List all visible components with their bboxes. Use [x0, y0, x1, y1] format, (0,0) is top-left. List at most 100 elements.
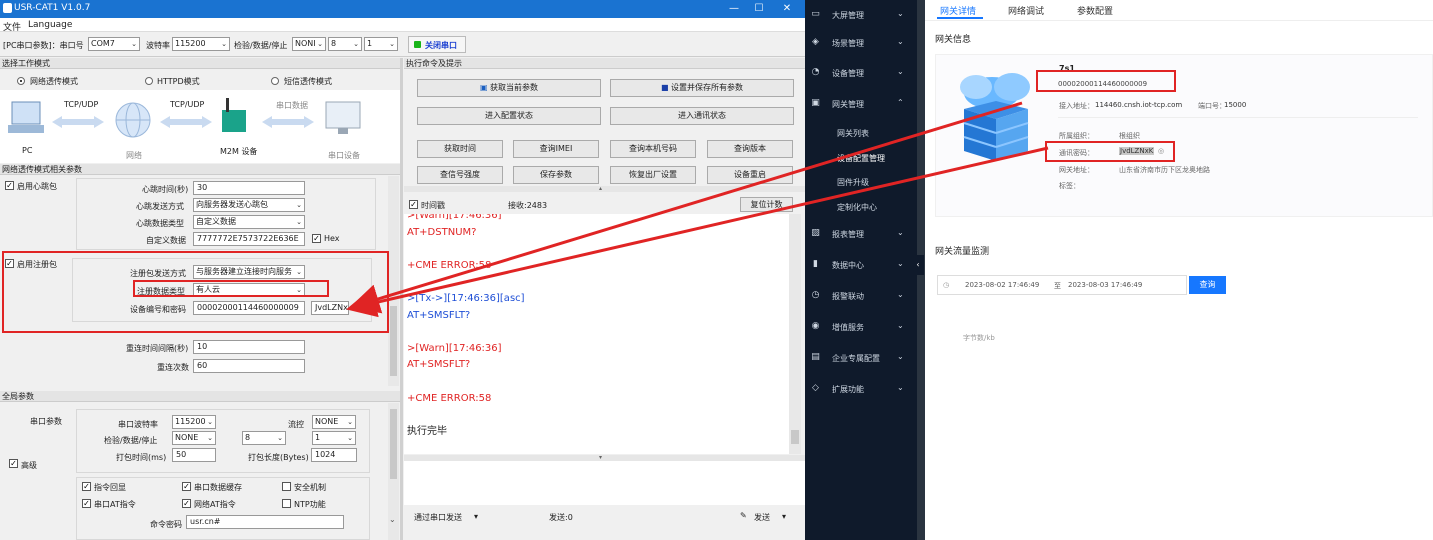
- send-icon[interactable]: ✎: [740, 511, 747, 520]
- port-select[interactable]: COM7 ⌄: [88, 37, 140, 51]
- enter-config-button[interactable]: 进入配置状态: [417, 107, 601, 125]
- scene-icon: ◈: [812, 37, 819, 47]
- subnav-firmware[interactable]: 固件升级: [837, 177, 869, 188]
- mode-net-radio[interactable]: [17, 77, 25, 85]
- date-from: 2023-08-02 17:46:49: [965, 281, 1040, 289]
- reset-count-button[interactable]: 复位计数: [740, 197, 793, 212]
- stopbits-select[interactable]: 1 ⌄: [364, 37, 398, 51]
- advanced-checkbox[interactable]: ✓: [9, 459, 18, 468]
- serial-toolbar: [PC串口参数]：串口号 COM7 ⌄ 波特率 115200 ⌄ 检验/数据/停止 …: [0, 33, 805, 57]
- parity-select[interactable]: NONI ⌄: [292, 37, 326, 51]
- advanced-label: 高级: [21, 461, 37, 470]
- subnav-device-config[interactable]: 设备配置管理: [837, 153, 885, 164]
- subnav-custom[interactable]: 定制化中心: [837, 202, 877, 213]
- retry-input[interactable]: 60: [193, 359, 305, 373]
- log-area[interactable]: >[Warn][17:46:36] AT+DSTNUM? +CME ERROR:58…: [404, 214, 790, 454]
- get-time-button[interactable]: 获取时间: [417, 140, 503, 158]
- option-net-at-label: 网络AT指令: [194, 500, 236, 509]
- log-scroll-thumb[interactable]: [791, 430, 799, 444]
- date-range-picker[interactable]: ◷ 2023-08-02 17:46:49 至 2023-08-03 17:46…: [937, 275, 1187, 295]
- serial-databits-select[interactable]: 8 ⌄: [242, 431, 286, 445]
- heartbeat-data-input[interactable]: 7777772E7573722E636E: [193, 232, 305, 246]
- nav-screen[interactable]: ▭ 大屏管理 ⌄: [805, 0, 917, 30]
- log-line: 执行完毕: [407, 425, 447, 437]
- option-serial-at-checkbox[interactable]: ✓: [82, 499, 91, 508]
- nav-extend[interactable]: ◇ 扩展功能 ⌄: [805, 374, 917, 404]
- params-scroll-thumb[interactable]: [390, 306, 397, 376]
- serial-baud-select[interactable]: 115200 ⌄: [172, 415, 216, 429]
- send-button[interactable]: 发送: [754, 512, 770, 523]
- heartbeat-send-label: 心跳发送方式: [136, 202, 184, 211]
- tab-network-debug[interactable]: 网络调试: [1008, 4, 1044, 17]
- reconnect-input[interactable]: 10: [193, 340, 305, 354]
- mode-httpd-radio[interactable]: [145, 77, 153, 85]
- device-icon: ◔: [811, 67, 820, 77]
- screen-icon: ▭: [811, 9, 820, 19]
- factory-reset-button[interactable]: 恢复出厂设置: [610, 166, 696, 184]
- pack-len-input[interactable]: 1024: [311, 448, 357, 462]
- cmd-pwd-input[interactable]: usr.cn#: [186, 515, 344, 529]
- option-ntp-checkbox[interactable]: [282, 499, 291, 508]
- main-content: 网关详情 网络调试 参数配置 网关信息 7s1 0000200011446000…: [925, 0, 1433, 540]
- restart-button[interactable]: 设备重启: [707, 166, 793, 184]
- mode-sms-radio[interactable]: [271, 77, 279, 85]
- query-version-button[interactable]: 查询版本: [707, 140, 793, 158]
- close-port-button[interactable]: 关闭串口: [408, 36, 466, 53]
- menu-file[interactable]: 文件: [3, 20, 21, 33]
- subnav-gateway-list[interactable]: 网关列表: [837, 128, 869, 139]
- tab-param-config[interactable]: 参数配置: [1077, 4, 1113, 17]
- buttons-splitter[interactable]: ▴: [404, 185, 805, 192]
- maximize-icon[interactable]: ☐: [752, 2, 766, 16]
- nav-report[interactable]: ▨ 报表管理 ⌄: [805, 219, 917, 249]
- nav-device[interactable]: ◔ 设备管理 ⌄: [805, 58, 917, 88]
- option-security-checkbox[interactable]: [282, 482, 291, 491]
- heartbeat-checkbox[interactable]: ✓: [5, 181, 14, 190]
- enter-comm-button[interactable]: 进入通讯状态: [610, 107, 794, 125]
- send-arrow-icon[interactable]: ▾: [782, 512, 786, 521]
- baud-select[interactable]: 115200 ⌄: [172, 37, 230, 51]
- signal-button[interactable]: 查信号强度: [417, 166, 503, 184]
- save-all-button[interactable]: ■ 设置并保存所有参数: [610, 79, 794, 97]
- pack-time-input[interactable]: 50: [172, 448, 216, 462]
- hex-checkbox[interactable]: ✓: [312, 234, 321, 243]
- heartbeat-type-select[interactable]: 自定义数据 ⌄: [193, 215, 305, 229]
- send-bar: 通过串口发送 ▾ 发送:0 ✎ 发送 ▾: [404, 505, 805, 527]
- flow-select[interactable]: NONE ⌄: [312, 415, 356, 429]
- option-net-at-checkbox[interactable]: ✓: [182, 499, 191, 508]
- nav-enterprise[interactable]: ▤ 企业专属配置 ⌄: [805, 343, 917, 373]
- query-button[interactable]: 查询: [1189, 276, 1226, 294]
- serial-stopbits-select[interactable]: 1 ⌄: [312, 431, 356, 445]
- send-via-dropdown[interactable]: 通过串口发送: [414, 512, 462, 523]
- heartbeat-interval-input[interactable]: 30: [193, 181, 305, 195]
- save-params-button[interactable]: 保存参数: [513, 166, 599, 184]
- databits-select[interactable]: 8 ⌄: [328, 37, 362, 51]
- data-icon: ▮: [813, 259, 818, 269]
- option-cache-checkbox[interactable]: ✓: [182, 482, 191, 491]
- global-scrollbar[interactable]: ⌄: [388, 403, 399, 540]
- minimize-icon[interactable]: —: [727, 2, 741, 16]
- global-scroll-thumb[interactable]: [390, 409, 397, 479]
- nav-service[interactable]: ◉ 增值服务 ⌄: [805, 312, 917, 342]
- pane-splitter[interactable]: [400, 58, 403, 540]
- nav-scene[interactable]: ◈ 场景管理 ⌄: [805, 28, 917, 58]
- option-echo-checkbox[interactable]: ✓: [82, 482, 91, 491]
- params-scrollbar[interactable]: [388, 176, 399, 386]
- menu-language[interactable]: Language: [28, 20, 72, 30]
- close-icon[interactable]: ✕: [780, 2, 794, 16]
- timestamp-checkbox[interactable]: ✓: [409, 200, 418, 209]
- serial-data-label: 串口数据: [276, 101, 308, 110]
- heartbeat-send-select[interactable]: 向服务器发送心跳包 ⌄: [193, 198, 305, 212]
- get-params-button[interactable]: ▣ 获取当前参数: [417, 79, 601, 97]
- send-via-arrow-icon[interactable]: ▾: [474, 512, 478, 521]
- query-phone-button[interactable]: 查询本机号码: [610, 140, 696, 158]
- query-imei-button[interactable]: 查询IMEI: [513, 140, 599, 158]
- nav-data[interactable]: ▮ 数据中心 ⌄: [805, 250, 917, 280]
- nav-alarm[interactable]: ◷ 报警联动 ⌄: [805, 281, 917, 311]
- tab-gateway-detail[interactable]: 网关详情: [940, 4, 976, 17]
- send-input-area[interactable]: [404, 461, 805, 505]
- log-scrollbar[interactable]: [789, 214, 801, 454]
- collapse-icon[interactable]: ‹: [912, 255, 924, 275]
- scroll-down-icon[interactable]: ⌄: [389, 515, 396, 524]
- nav-gateway[interactable]: ▣ 网关管理 ⌃: [805, 89, 917, 119]
- serial-parity-select[interactable]: NONE ⌄: [172, 431, 216, 445]
